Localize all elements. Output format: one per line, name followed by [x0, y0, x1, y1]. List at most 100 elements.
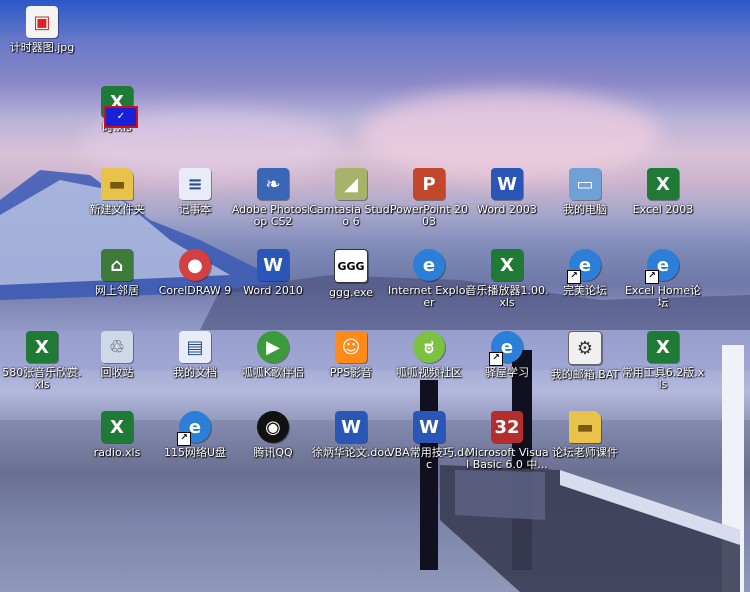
desktop-icon-radio-xls[interactable]: X radio.xls: [75, 405, 159, 481]
desktop-icon-internet-explorer[interactable]: e Internet Explorer: [387, 243, 471, 319]
recycle-bin-icon: ♲: [101, 331, 133, 363]
ie-shortcut-icon: e ↗: [177, 411, 211, 446]
internet-explorer-icon: e: [413, 249, 445, 281]
desktop-icon-guagua-ktv[interactable]: ▶ 呱呱K歌伴侣: [231, 325, 315, 401]
word-doc-icon: W: [335, 411, 367, 443]
coreldraw-balloon-icon: ●: [179, 249, 211, 281]
shortcut-arrow-icon: ↗: [177, 432, 191, 446]
desktop-icon-vba-tips-doc[interactable]: W VBA常用技巧.doc: [387, 405, 471, 481]
notepad-icon: ≡: [179, 168, 211, 200]
desktop-icon-yiwu-study[interactable]: e ↗ 驿屋学习: [465, 325, 549, 401]
excel-file-icon: X: [647, 331, 679, 363]
desktop-icon-network-places[interactable]: ⌂ 网上邻居: [75, 243, 159, 319]
desktop-icon-guagua-video[interactable]: ಠ 呱呱视频社区: [387, 325, 471, 401]
icon-label: 网上邻居: [95, 284, 139, 297]
icon-label: 呱呱视频社区: [396, 366, 462, 379]
word-icon: W: [257, 249, 289, 281]
pps-icon: ☺: [335, 331, 367, 363]
ggg-exe-icon: GGG: [334, 249, 368, 283]
icon-label: VBA常用技巧.doc: [387, 446, 471, 471]
icon-label: Camtasia Studio 6: [309, 203, 393, 228]
desktop-icon-pps[interactable]: ☺ PPS影音: [309, 325, 393, 401]
desktop-icon-excel-home-forum[interactable]: e ↗ Excel Home论坛: [621, 243, 705, 319]
shortcut-arrow-icon: ↗: [645, 270, 659, 284]
desktop-icon-word-2010[interactable]: W Word 2010: [231, 243, 315, 319]
qq-penguin-icon: ◉: [257, 411, 289, 443]
desktop-icon-xu-thesis-doc[interactable]: W 徐炳华论文.doc: [309, 405, 393, 481]
photoshop-icon: ❧: [257, 168, 289, 200]
icon-label: 完美论坛: [563, 284, 607, 297]
media-player-icon: ▶: [257, 331, 289, 363]
desktop-icon-powerpoint[interactable]: P PowerPoint 2003: [387, 162, 471, 238]
image-icon: ▣: [26, 6, 58, 38]
icon-label: 580张音乐欣赏.xls: [2, 366, 82, 391]
icon-label: 回收站: [100, 366, 134, 379]
desktop: ▣ 计时器图.jpg X 时.xls ✓ ▬ 新建文件夹 ≡ 记事本 ❧ Ado…: [0, 0, 750, 592]
icon-label: 新建文件夹: [89, 203, 145, 216]
desktop-icon-recycle-bin[interactable]: ♲ 回收站: [75, 325, 159, 401]
icon-label: radio.xls: [93, 446, 141, 459]
my-computer-icon: ▭: [569, 168, 601, 200]
desktop-icon-visual-basic[interactable]: 32 Microsoft Visual Basic 6.0 中...: [465, 405, 549, 481]
desktop-icon-timer-image[interactable]: ▣ 计时器图.jpg: [0, 0, 84, 76]
folder-icon: ▬: [101, 168, 133, 200]
desktop-icon-580-music-xls[interactable]: X 580张音乐欣赏.xls: [0, 325, 84, 401]
desktop-icon-my-mailbox-bat[interactable]: ⚙ 我的邮箱.BAT: [543, 325, 627, 401]
icon-label: 我的文档: [173, 366, 217, 379]
folder-icon: ▬: [569, 411, 601, 443]
icon-label: PowerPoint 2003: [389, 203, 469, 228]
icon-label: 记事本: [178, 203, 212, 216]
excel-icon: X: [647, 168, 679, 200]
drag-flag-icon: ✓: [104, 106, 138, 128]
icon-label: CorelDRAW 9: [158, 284, 232, 297]
desktop-icon-my-documents[interactable]: ▤ 我的文档: [153, 325, 237, 401]
desktop-icon-tencent-qq[interactable]: ◉ 腾讯QQ: [231, 405, 315, 481]
desktop-icon-excel-2003[interactable]: X Excel 2003: [621, 162, 705, 238]
excel-file-icon: X: [491, 249, 523, 281]
ie-shortcut-icon: e ↗: [645, 249, 679, 284]
desktop-icon-music-player-xls[interactable]: X 音乐播放器1.00.xls: [465, 243, 549, 319]
desktop-icon-notepad[interactable]: ≡ 记事本: [153, 162, 237, 238]
word-icon: W: [491, 168, 523, 200]
frog-icon: ಠ: [413, 331, 445, 363]
icon-label: 计时器图.jpg: [9, 41, 75, 54]
desktop-icon-my-computer[interactable]: ▭ 我的电脑: [543, 162, 627, 238]
icon-label: ggg.exe: [329, 286, 373, 299]
desktop-icon-camtasia[interactable]: ◢ Camtasia Studio 6: [309, 162, 393, 238]
excel-file-icon: X: [26, 331, 58, 363]
desktop-icon-word-2003[interactable]: W Word 2003: [465, 162, 549, 238]
visual-basic-icon: 32: [491, 411, 523, 443]
desktop-icon-coreldraw[interactable]: ● CorelDRAW 9: [153, 243, 237, 319]
icon-label: PPS影音: [329, 366, 373, 379]
icon-label: Word 2003: [477, 203, 537, 216]
icon-label: Word 2010: [243, 284, 303, 297]
icon-label: 我的电脑: [563, 203, 607, 216]
desktop-icon-forum-courseware[interactable]: ▬ 论坛老师课件: [543, 405, 627, 481]
ie-shortcut-icon: e ↗: [489, 331, 523, 366]
desktop-icon-wanmei-forum[interactable]: e ↗ 完美论坛: [543, 243, 627, 319]
icon-label: Microsoft Visual Basic 6.0 中...: [465, 446, 549, 471]
excel-file-icon: X: [101, 411, 133, 443]
camtasia-icon: ◢: [335, 168, 367, 200]
icon-label: 驿屋学习: [485, 366, 529, 379]
icon-label: 我的邮箱.BAT: [550, 368, 620, 381]
word-doc-icon: W: [413, 411, 445, 443]
powerpoint-icon: P: [413, 168, 445, 200]
desktop-icon-new-folder[interactable]: ▬ 新建文件夹: [75, 162, 159, 238]
desktop-icon-tools-xls[interactable]: X 常用工具6.2版.xls: [621, 325, 705, 401]
ie-shortcut-icon: e ↗: [567, 249, 601, 284]
bat-file-icon: ⚙: [568, 331, 602, 365]
desktop-icon-ggg-exe[interactable]: GGG ggg.exe: [309, 243, 393, 319]
icon-label: 腾讯QQ: [253, 446, 293, 459]
icon-label: 音乐播放器1.00.xls: [465, 284, 549, 309]
icon-label: 论坛老师课件: [552, 446, 618, 459]
icon-label: 常用工具6.2版.xls: [621, 366, 705, 391]
icon-label: 呱呱K歌伴侣: [241, 366, 305, 379]
shortcut-arrow-icon: ↗: [567, 270, 581, 284]
network-places-icon: ⌂: [101, 249, 133, 281]
icon-label: Excel 2003: [632, 203, 694, 216]
desktop-icon-115-udisk[interactable]: e ↗ 115网络U盘: [153, 405, 237, 481]
shortcut-arrow-icon: ↗: [489, 352, 503, 366]
icon-label: 115网络U盘: [163, 446, 227, 459]
desktop-icon-photoshop[interactable]: ❧ Adobe Photoshop CS2: [231, 162, 315, 238]
